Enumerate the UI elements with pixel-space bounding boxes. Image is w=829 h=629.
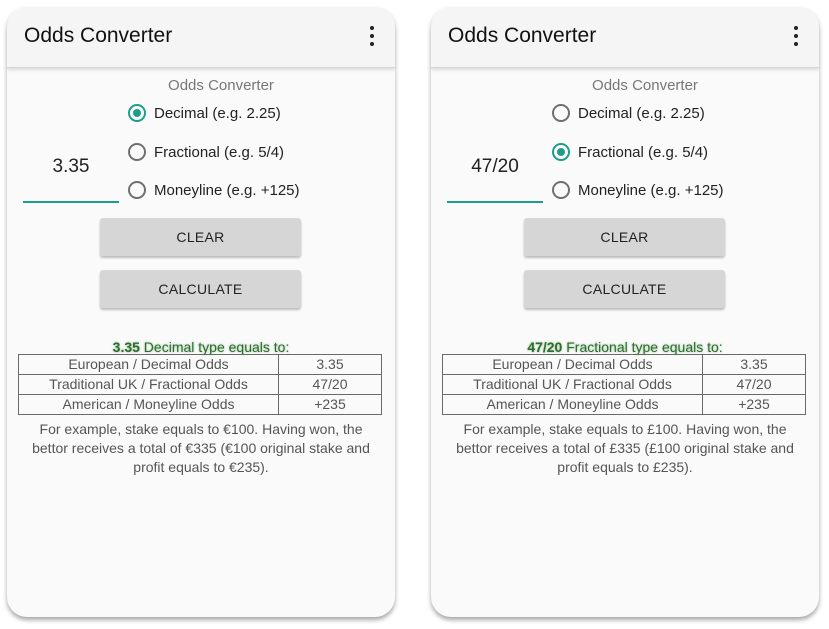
converter-subtitle: Odds Converter	[592, 77, 698, 94]
odds-input[interactable]	[23, 132, 119, 203]
radio-moneyline[interactable]: Moneyline (e.g. +125)	[552, 177, 724, 203]
odds-value: +235	[702, 394, 806, 415]
result-value: 3.35	[112, 339, 140, 355]
odds-type-label: American / Moneyline Odds	[18, 394, 279, 415]
odds-table: European / Decimal Odds 3.35 Traditional …	[442, 354, 806, 415]
converter-subtitle: Odds Converter	[168, 77, 274, 94]
radio-button-checked-icon[interactable]	[128, 104, 146, 122]
odds-table: European / Decimal Odds 3.35 Traditional …	[18, 354, 382, 415]
app-title: Odds Converter	[24, 24, 173, 47]
result-value: 47/20	[527, 339, 563, 355]
radio-label: Moneyline (e.g. +125)	[154, 181, 300, 199]
more-vert-icon[interactable]	[365, 24, 379, 50]
app-bar: Odds Converter	[7, 7, 395, 68]
radio-button-icon[interactable]	[128, 181, 146, 199]
radio-label: Decimal (e.g. 2.25)	[578, 104, 705, 122]
odds-value: +235	[278, 394, 382, 415]
table-row: Traditional UK / Fractional Odds 47/20	[18, 374, 382, 395]
radio-decimal[interactable]: Decimal (e.g. 2.25)	[128, 100, 281, 126]
radio-label: Fractional (e.g. 5/4)	[154, 143, 285, 161]
radio-button-checked-icon[interactable]	[552, 143, 570, 161]
odds-value: 47/20	[278, 374, 382, 395]
radio-button-icon[interactable]	[552, 181, 570, 199]
result-title: 3.35 Decimal type equals to:	[7, 339, 395, 355]
radio-label: Decimal (e.g. 2.25)	[154, 104, 281, 122]
table-row: European / Decimal Odds 3.35	[442, 354, 806, 375]
table-row: Traditional UK / Fractional Odds 47/20	[442, 374, 806, 395]
more-vert-icon[interactable]	[789, 24, 803, 50]
odds-type-label: Traditional UK / Fractional Odds	[442, 374, 703, 395]
table-row: American / Moneyline Odds +235	[442, 394, 806, 415]
odds-type-label: European / Decimal Odds	[442, 354, 703, 375]
odds-type-label: American / Moneyline Odds	[442, 394, 703, 415]
calculate-button[interactable]: CALCULATE	[100, 270, 301, 308]
app-bar: Odds Converter	[431, 7, 819, 68]
clear-button[interactable]: CLEAR	[100, 218, 301, 256]
odds-value: 3.35	[702, 354, 806, 375]
result-suffix: Fractional type equals to:	[562, 339, 723, 355]
phone-screen-decimal: Odds Converter Odds Converter Decimal (e…	[7, 7, 395, 617]
radio-fractional[interactable]: Fractional (e.g. 5/4)	[552, 139, 708, 165]
radio-label: Fractional (e.g. 5/4)	[578, 143, 709, 161]
odds-input[interactable]	[447, 132, 543, 203]
radio-button-icon[interactable]	[128, 143, 146, 161]
result-title: 47/20 Fractional type equals to:	[431, 339, 819, 355]
clear-button[interactable]: CLEAR	[524, 218, 725, 256]
example-text: For example, stake equals to €100. Havin…	[32, 421, 370, 475]
odds-value: 3.35	[278, 354, 382, 375]
table-row: American / Moneyline Odds +235	[18, 394, 382, 415]
odds-value: 47/20	[702, 374, 806, 395]
phone-screen-fractional: Odds Converter Odds Converter Decimal (e…	[431, 7, 819, 617]
radio-fractional[interactable]: Fractional (e.g. 5/4)	[128, 139, 284, 165]
odds-type-label: European / Decimal Odds	[18, 354, 279, 375]
result-suffix: Decimal type equals to:	[139, 339, 290, 355]
calculate-button[interactable]: CALCULATE	[524, 270, 725, 308]
table-row: European / Decimal Odds 3.35	[18, 354, 382, 375]
radio-button-icon[interactable]	[552, 104, 570, 122]
example-text: For example, stake equals to £100. Havin…	[456, 421, 794, 475]
radio-label: Moneyline (e.g. +125)	[578, 181, 724, 199]
odds-type-label: Traditional UK / Fractional Odds	[18, 374, 279, 395]
radio-decimal[interactable]: Decimal (e.g. 2.25)	[552, 100, 705, 126]
app-title: Odds Converter	[448, 24, 597, 47]
radio-moneyline[interactable]: Moneyline (e.g. +125)	[128, 177, 300, 203]
